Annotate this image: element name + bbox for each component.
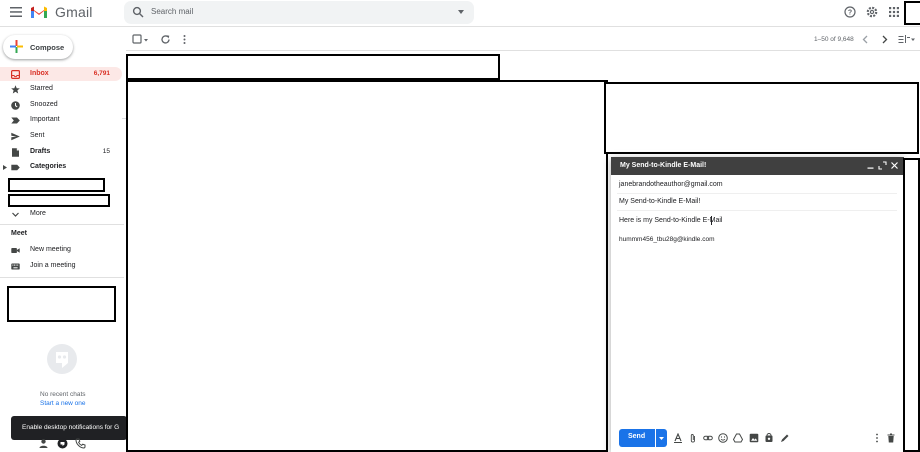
keyboard-icon [11,262,20,271]
svg-text:?: ? [848,10,852,17]
person-icon[interactable] [38,438,49,449]
sidebar-item-important[interactable]: Important [0,113,122,127]
sidebar-item-label: Snoozed [30,101,58,108]
redacted-label-2[interactable] [8,194,110,207]
emoji-icon[interactable] [718,433,728,443]
field-divider [617,210,897,211]
meet-section-title: Meet [11,230,27,237]
sidebar-divider [0,224,124,225]
more-options-icon[interactable] [872,433,882,443]
text-cursor [711,216,712,225]
refresh-icon[interactable] [160,34,171,45]
redacted-hangouts-user[interactable] [7,286,116,322]
clock-icon [11,101,20,110]
sidebar-item-label: Sent [30,132,45,139]
attach-icon[interactable] [688,433,698,443]
sidebar-item-label: Inbox [30,70,49,77]
chat-bubble-icon[interactable] [57,438,68,449]
pagination-range: 1–50 of 9,648 [814,36,854,43]
more-vert-icon[interactable] [179,34,190,45]
no-chats-text: No recent chats [40,391,86,398]
top-header: Gmail Search mail ? [0,0,920,26]
search-options-caret-icon[interactable] [458,10,464,14]
send-options-button[interactable] [656,429,667,447]
send-icon [11,132,20,141]
inbox-icon [11,70,20,79]
sidebar-item-label: Categories [30,163,67,170]
confidential-mode-icon[interactable] [764,433,774,443]
compose-subject-field[interactable]: My Send-to-Kindle E-Mail! [619,198,700,205]
meet-join-meeting[interactable]: Join a meeting [0,259,122,273]
redacted-inbox-tabs[interactable] [126,54,500,80]
apps-grid-icon[interactable] [888,6,900,18]
gmail-logo-icon[interactable] [30,5,48,19]
draft-icon [11,148,20,157]
expand-arrow-icon[interactable] [3,165,7,170]
prev-page-icon[interactable] [860,34,871,45]
meet-new-meeting[interactable]: New meeting [0,243,122,257]
field-divider [617,193,897,194]
insert-photo-icon[interactable] [749,433,759,443]
sidebar-item-count: 6,791 [93,70,110,77]
discard-draft-trash-icon[interactable] [886,433,896,443]
select-dropdown-icon[interactable] [143,34,149,45]
sidebar-divider [0,277,124,278]
help-icon[interactable]: ? [844,6,856,18]
videocam-icon [11,246,20,255]
sidebar-item-snoozed[interactable]: Snoozed [0,98,122,112]
sidebar-item-drafts[interactable]: Drafts 15 [0,145,122,159]
redacted-account-avatar[interactable] [904,1,920,25]
compose-from-field[interactable]: janebrandotheauthor@gmail.com [619,181,723,188]
toolbar-divider [126,50,920,51]
compose-body-line-2[interactable]: hummm456_tbu28g@kindle.com [619,236,714,243]
sidebar-item-label: Starred [30,85,53,92]
header-divider [0,26,920,27]
star-icon [11,85,20,94]
sidebar-item-categories[interactable]: Categories [0,160,122,174]
compose-window-title: My Send-to-Kindle E-Mail! [620,162,707,169]
sidebar-item-starred[interactable]: Starred [0,82,122,96]
label-icon [11,163,20,172]
signature-pen-icon[interactable] [780,433,790,443]
hangouts-empty-icon [47,344,77,374]
phone-icon[interactable] [75,438,86,449]
compose-label: Compose [30,43,65,52]
start-chat-link[interactable]: Start a new one [40,400,86,407]
select-all-checkbox[interactable] [132,34,143,45]
sidebar-more[interactable]: More [0,207,122,221]
fullscreen-icon[interactable] [878,161,887,170]
toast-text: Enable desktop notifications for G [22,424,120,431]
send-button-label: Send [628,433,646,440]
meet-item-label: New meeting [30,246,71,253]
formatting-icon[interactable] [673,433,683,443]
meet-item-label: Join a meeting [30,262,76,269]
redacted-side-panel[interactable] [604,82,919,154]
input-tools-icon[interactable] [898,34,916,45]
search-icon[interactable] [132,6,144,18]
settings-gear-icon[interactable] [866,6,878,18]
compose-body-line-1[interactable]: Here is my Send-to-Kindle E-Mail [619,217,722,224]
redacted-label-1[interactable] [8,178,105,192]
sidebar-item-inbox[interactable]: Inbox 6,791 [0,67,122,81]
redacted-email-list[interactable] [126,80,608,452]
next-page-icon[interactable] [879,34,890,45]
notification-toast[interactable]: Enable desktop notifications for G [11,416,127,440]
important-icon [11,116,20,125]
more-label: More [30,210,46,217]
sidebar-item-sent[interactable]: Sent [0,129,122,143]
main-menu-icon[interactable] [10,7,22,17]
sidebar-item-count: 15 [102,148,110,155]
sidebar-item-label: Drafts [30,148,51,155]
minimize-icon[interactable] [866,161,875,170]
compose-plus-icon [10,40,23,53]
link-icon[interactable] [703,433,713,443]
drive-icon[interactable] [733,433,743,443]
app-name: Gmail [55,4,93,20]
chevron-down-icon [11,210,20,219]
redacted-right-rail[interactable] [903,158,920,452]
close-icon[interactable] [890,161,899,170]
sidebar-item-label: Important [30,116,60,123]
search-input[interactable]: Search mail [151,7,193,16]
